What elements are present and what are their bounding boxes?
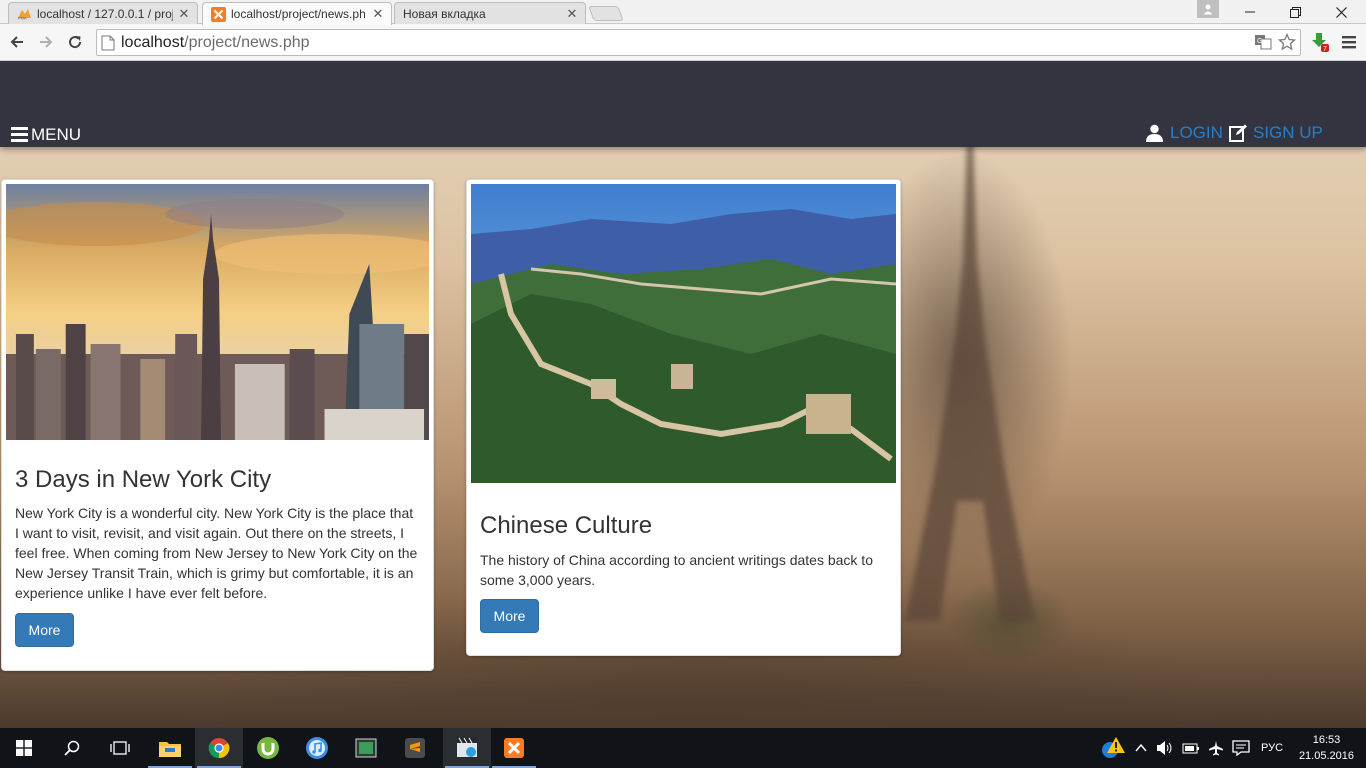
svg-text:PMA: PMA [18,15,27,20]
more-button[interactable]: More [480,599,539,633]
tab-title: localhost/project/news.ph [231,7,366,21]
restore-icon [1289,6,1301,18]
clock-date: 21.05.2016 [1298,750,1354,762]
task-view-button[interactable] [96,728,144,768]
edit-icon [1229,124,1247,142]
card-title: 3 Days in New York City [15,466,272,493]
warning-icon[interactable] [1100,736,1126,760]
clock-time: 16:53 [1312,734,1341,746]
great-wall-image [471,184,896,483]
utorrent-icon [257,737,279,759]
download-extension-button[interactable]: 7 [1308,30,1332,54]
camtasia-button[interactable] [342,728,390,768]
tab-strip: PMA localhost / 127.0.0.1 / proj ✕ local… [0,0,1366,25]
page-viewport: MENU LOGIN SIGN UP 3 Days in New York Ci… [0,61,1366,728]
xampp-icon [211,6,226,22]
menu-icon [11,124,28,145]
volume-icon[interactable] [1156,740,1174,756]
itunes-button[interactable] [293,728,341,768]
eiffel-tower-silhouette [905,141,1035,621]
hamburger-icon [1342,36,1356,49]
start-button[interactable] [0,728,48,768]
movie-maker-button[interactable] [443,728,491,768]
input-language[interactable]: РУС [1261,742,1283,754]
browser-toolbar: localhost/project/news.php G 7 [0,24,1366,61]
news-card-chinese-culture: Chinese Culture The history of China acc… [466,179,901,656]
tab-news[interactable]: localhost/project/news.ph ✕ [202,2,392,25]
reload-icon [69,36,82,49]
phpmyadmin-icon: PMA [17,6,32,21]
forward-arrow-icon [40,36,53,48]
minimize-icon [1245,11,1255,13]
news-card-new-york: 3 Days in New York City New York City is… [1,179,434,671]
restore-button[interactable] [1272,0,1318,24]
search-icon [64,740,80,756]
card-text: The history of China according to ancien… [480,552,873,588]
battery-icon[interactable] [1182,741,1200,755]
minimize-button[interactable] [1227,0,1273,24]
user-icon [1203,4,1213,15]
xampp-button[interactable] [490,728,538,768]
new-tab-button[interactable] [588,6,624,21]
tab-phpmyadmin[interactable]: PMA localhost / 127.0.0.1 / proj ✕ [8,2,198,24]
close-icon [1335,6,1347,18]
terminal-icon [355,738,377,758]
close-tab-icon[interactable]: ✕ [565,6,579,22]
tab-title: Новая вкладка [403,6,486,21]
back-arrow-icon [10,36,23,48]
xampp-icon [504,738,524,758]
signup-link[interactable]: SIGN UP [1229,123,1323,143]
login-label: LOGIN [1170,123,1223,142]
back-button[interactable] [5,30,29,54]
tab-new-tab[interactable]: Новая вкладка ✕ [394,2,586,24]
tab-title: localhost / 127.0.0.1 / proj [37,6,173,21]
close-tab-icon[interactable]: ✕ [177,6,191,22]
close-window-button[interactable] [1318,0,1364,24]
download-icon: 7 [1312,33,1329,53]
windows-taskbar: РУС 16:53 21.05.2016 [0,728,1366,768]
task-view-icon [110,741,130,755]
sublime-text-button[interactable] [391,728,439,768]
new-york-skyline-image [6,184,429,440]
profile-button[interactable] [1197,0,1219,18]
sublime-icon [405,738,425,758]
url-text: localhost/project/news.php [121,33,310,51]
forward-button[interactable] [34,30,58,54]
user-icon [1146,124,1163,142]
reload-button[interactable] [63,30,87,54]
translate-icon[interactable]: G [1254,33,1272,51]
signup-label: SIGN UP [1253,123,1323,142]
clock[interactable]: 16:53 21.05.2016 [1299,732,1354,764]
site-navbar: MENU LOGIN SIGN UP [0,61,1366,147]
chevron-up-icon[interactable] [1134,741,1148,755]
card-text: New York City is a wonderful city. New Y… [15,505,418,601]
close-tab-icon[interactable]: ✕ [371,6,385,22]
chrome-menu-button[interactable] [1337,30,1361,54]
svg-text:G: G [1257,38,1262,45]
page-icon [101,35,115,50]
svg-text:7: 7 [1323,46,1327,53]
itunes-icon [306,737,328,759]
airplane-mode-icon[interactable] [1208,740,1224,756]
chrome-icon [208,738,230,759]
bookmark-star-icon[interactable] [1278,33,1296,51]
file-explorer-button[interactable] [146,728,194,768]
card-title: Chinese Culture [480,512,653,539]
utorrent-button[interactable] [244,728,292,768]
menu-label: MENU [31,124,82,144]
chrome-button[interactable] [195,728,243,768]
address-bar[interactable]: localhost/project/news.php G [96,29,1301,56]
menu-button[interactable]: MENU [11,124,81,145]
more-button[interactable]: More [15,613,74,647]
folder-icon [159,742,181,757]
windows-logo-icon [16,740,32,756]
notifications-icon[interactable] [1232,740,1250,756]
search-button[interactable] [48,728,96,768]
film-icon [457,737,477,757]
login-link[interactable]: LOGIN [1145,123,1223,143]
system-tray: РУС [1100,728,1283,768]
